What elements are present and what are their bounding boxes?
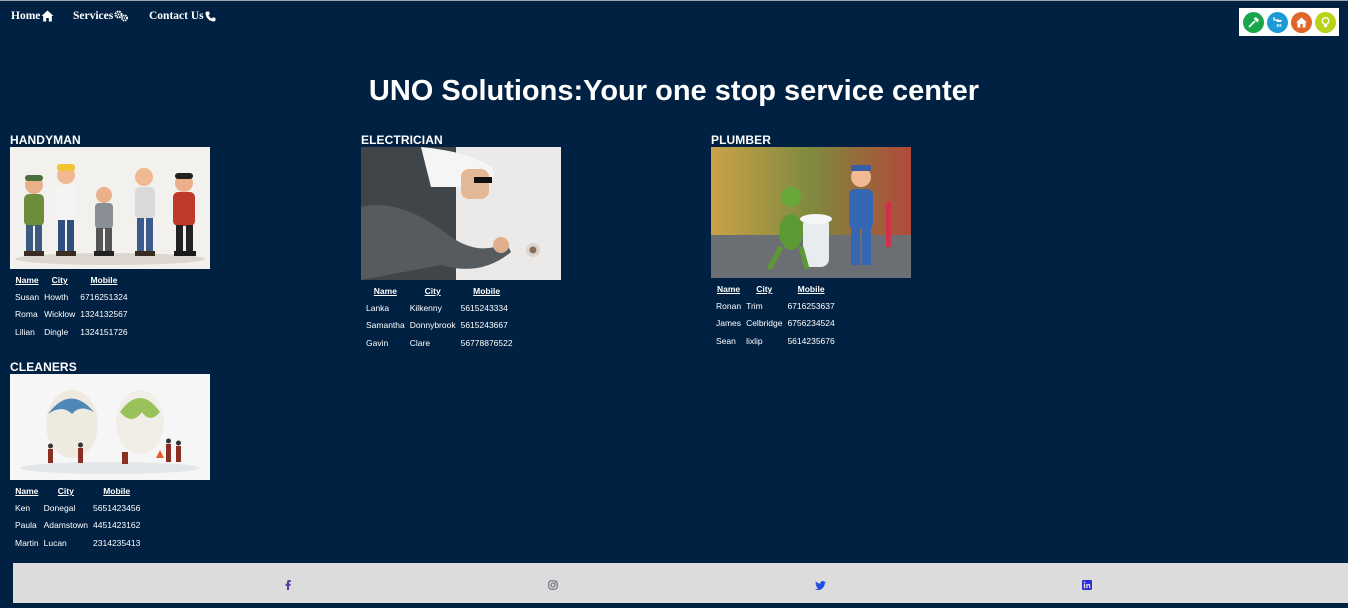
cell-mobile: 5615243334 [460, 302, 508, 313]
column-header-name: Name [15, 275, 39, 285]
cell-name: Lanka [366, 302, 390, 313]
section-title: ELECTRICIAN [361, 133, 443, 147]
table-row: Roma Wicklow 1324132567 [15, 306, 128, 324]
table-row: Gavin Clare 56778876522 [366, 334, 513, 352]
handyman-image [10, 147, 210, 269]
table-row: Susan Howth 6716251324 [15, 288, 128, 306]
column-header-city: City [57, 486, 74, 496]
cell-city: Trim [746, 300, 763, 311]
instagram-icon[interactable] [548, 577, 558, 595]
cell-name: Lilian [15, 326, 35, 337]
cell-mobile: 1324132567 [80, 309, 128, 320]
table-row: Martin Lucan 2314235413 [15, 534, 140, 552]
bottom-border [0, 603, 1348, 608]
cell-name: James [716, 318, 742, 329]
cell-city: lixlip [746, 335, 763, 346]
cell-city: Howth [44, 291, 69, 302]
section-electrician: ELECTRICIAN Name City Mobile Lanka Kilken… [361, 133, 561, 352]
cell-city: Lucan [43, 537, 67, 548]
cell-mobile: 5614235676 [787, 335, 835, 346]
cell-name: Samantha [366, 320, 405, 331]
cell-mobile: 5615243667 [460, 320, 508, 331]
nav-home-link[interactable]: Home [11, 10, 54, 22]
column-header-city: City [424, 286, 441, 296]
cell-mobile: 1324151726 [80, 326, 128, 337]
column-header-mobile: Mobile [90, 275, 118, 285]
table-row: Ronan Trim 6716253637 [716, 297, 835, 315]
column-header-mobile: Mobile [103, 486, 131, 496]
table-row: Lanka Kilkenny 5615243334 [366, 299, 513, 317]
section-title: PLUMBER [711, 133, 772, 147]
column-header-name: Name [373, 286, 397, 296]
cell-name: Ronan [716, 300, 742, 311]
cell-city: Donegal [43, 502, 76, 513]
electrician-table: Name City Mobile Lanka Kilkenny 5615243334… [361, 283, 518, 352]
house-icon [1290, 11, 1312, 33]
top-border [0, 0, 1348, 1]
table-row: Samantha Donnybrook 5615243667 [366, 317, 513, 335]
facebook-icon[interactable] [285, 577, 291, 595]
cell-name: Paula [15, 520, 37, 531]
cleaners-table: Name City Mobile Ken Donegal 5651423456 Pa… [10, 483, 145, 552]
cell-mobile: 6716251324 [80, 291, 128, 302]
section-title: CLEANERS [10, 360, 77, 374]
cell-city: Wicklow [44, 309, 76, 320]
phone-icon [205, 11, 216, 21]
cell-mobile: 5651423456 [93, 502, 141, 513]
cleaners-image [10, 374, 210, 480]
handyman-table: Name City Mobile Susan Howth 6716251324 Ro… [10, 272, 133, 341]
cell-name: Ken [15, 502, 31, 513]
page-title: UNO Solutions:Your one stop service cent… [368, 75, 980, 107]
cell-mobile: 56778876522 [460, 337, 513, 348]
brand-logo [1239, 8, 1339, 36]
column-header-mobile: Mobile [473, 286, 501, 296]
nav-home-label: Home [11, 10, 41, 22]
cell-name: Sean [716, 335, 736, 346]
nav-services-link[interactable]: Services [73, 10, 129, 22]
cell-city: Donnybrook [409, 320, 456, 331]
hammer-icon [1242, 11, 1264, 33]
cell-name: Martin [15, 537, 39, 548]
nav-contact-link[interactable]: Contact Us [149, 10, 216, 22]
plumber-table: Name City Mobile Ronan Trim 6716253637 Jam… [711, 281, 840, 350]
section-title: HANDYMAN [10, 133, 81, 147]
linkedin-icon[interactable] [1082, 577, 1092, 595]
section-plumber: PLUMBER Name City Mobile Ronan Trim 671625… [711, 133, 911, 350]
cell-mobile: 4451423162 [93, 520, 141, 531]
nav-contact-label: Contact Us [149, 10, 204, 22]
nav-services-label: Services [73, 10, 114, 22]
footer [13, 563, 1348, 603]
column-header-city: City [756, 284, 773, 294]
cell-city: Clare [409, 337, 431, 348]
twitter-icon[interactable] [815, 577, 826, 595]
table-row: Lilian Dingle 1324151726 [15, 323, 128, 341]
column-header-name: Name [716, 284, 741, 294]
table-row: Paula Adamstown 4451423162 [15, 517, 140, 535]
table-row: Ken Donegal 5651423456 [15, 499, 140, 517]
cell-name: Susan [15, 291, 40, 302]
column-header-city: City [51, 275, 68, 285]
lightbulb-icon [1314, 11, 1336, 33]
shower-icon [1266, 11, 1288, 33]
section-cleaners: CLEANERS Name City Mobile Ken Donegal 5651… [10, 360, 210, 552]
home-icon [41, 10, 54, 22]
cell-mobile: 6716253637 [787, 300, 835, 311]
electrician-image [361, 147, 561, 280]
cell-city: Dingle [44, 326, 69, 337]
cell-city: Adamstown [43, 520, 89, 531]
cell-city: Kilkenny [409, 302, 442, 313]
cell-mobile: 2314235413 [93, 537, 141, 548]
column-header-mobile: Mobile [797, 284, 825, 294]
cell-name: Roma [15, 309, 38, 320]
cell-city: Celbridge [746, 318, 783, 329]
column-header-name: Name [15, 486, 39, 496]
cell-name: Gavin [366, 337, 389, 348]
table-row: Sean lixlip 5614235676 [716, 332, 835, 350]
section-handyman: HANDYMAN Name City Mobile Susan Howth 6716… [10, 133, 210, 341]
cell-mobile: 6756234524 [787, 318, 835, 329]
table-row: James Celbridge 6756234524 [716, 315, 835, 333]
plumber-image [711, 147, 911, 278]
gears-icon [114, 10, 129, 22]
